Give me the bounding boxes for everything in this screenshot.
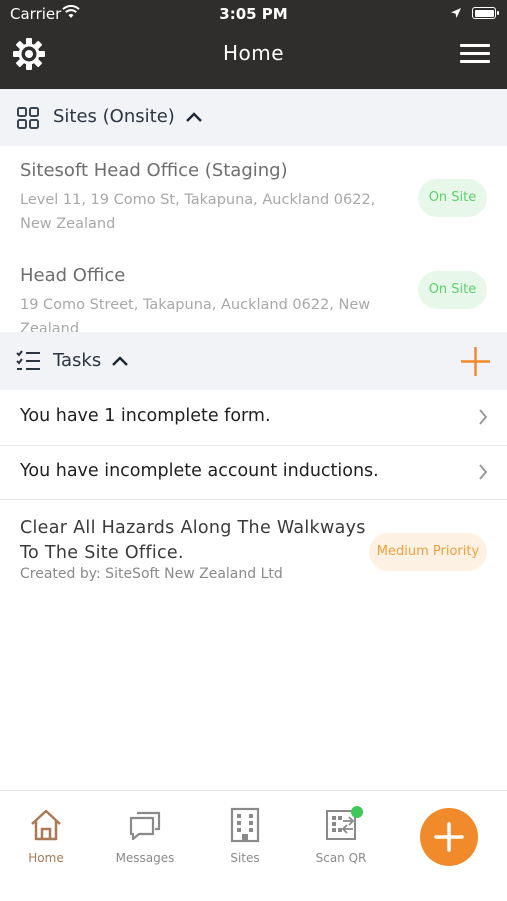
tasks-section-title: Tasks [53,350,102,371]
onsite-status-badge: On Site [418,271,487,309]
status-time: 3:05 PM [219,5,288,23]
tab-label: Scan QR [315,851,367,865]
battery-icon [472,7,499,19]
site-list-item[interactable]: Head Office 19 Como Street, Takapuna, Au… [0,250,507,337]
tab-messages[interactable]: Messages [105,807,185,865]
site-name: Head Office [20,265,126,286]
add-task-plus-icon[interactable] [460,346,491,377]
page-title: Home [222,41,285,65]
chevron-up-icon[interactable] [111,355,129,367]
sites-section-header[interactable]: Sites (Onsite) [0,89,507,146]
add-fab-button[interactable] [420,808,478,866]
tab-scan-qr[interactable]: Scan QR [301,807,381,865]
incomplete-form-row[interactable]: You have 1 incomplete form. [0,391,507,445]
site-address: Level 11, 19 Como St, Takapuna, Auckland… [20,192,376,232]
app-header: Carrier 3:05 PM Home [0,0,507,89]
notification-dot [351,806,363,818]
tasks-section-header[interactable]: Tasks [0,332,507,390]
location-arrow-icon [451,8,461,18]
building-icon [230,807,260,843]
tab-home[interactable]: Home [6,807,86,865]
tab-label: Messages [115,851,175,865]
tab-label: Sites [230,851,260,865]
tab-sites[interactable]: Sites [205,807,285,865]
site-name: Sitesoft Head Office (Staging) [20,160,288,181]
chevron-right-icon [479,464,488,480]
task-row-text: You have incomplete account inductions. [20,461,379,481]
task-row-text: You have 1 incomplete form. [20,406,271,426]
chevron-right-icon [479,409,488,425]
tab-label: Home [28,851,64,865]
sites-section-title: Sites (Onsite) [53,106,175,127]
priority-badge: Medium Priority [369,533,487,571]
divider [0,499,507,500]
chevron-up-icon[interactable] [185,111,203,123]
task-created-by: Created by: SiteSoft New Zealand Ltd [20,566,283,582]
home-icon [31,809,61,841]
plus-icon [434,822,464,852]
hamburger-menu-icon[interactable] [460,41,492,65]
grid-icon [17,107,39,129]
onsite-status-badge: On Site [418,179,487,217]
checklist-icon [16,350,40,370]
site-list-item[interactable]: Sitesoft Head Office (Staging) Level 11,… [0,146,507,240]
incomplete-inductions-row[interactable]: You have incomplete account inductions. [0,446,507,500]
messages-icon [129,811,161,841]
task-title: Clear All Hazards Along The Walkways To … [20,518,366,563]
status-bar: Carrier 3:05 PM [0,0,507,28]
